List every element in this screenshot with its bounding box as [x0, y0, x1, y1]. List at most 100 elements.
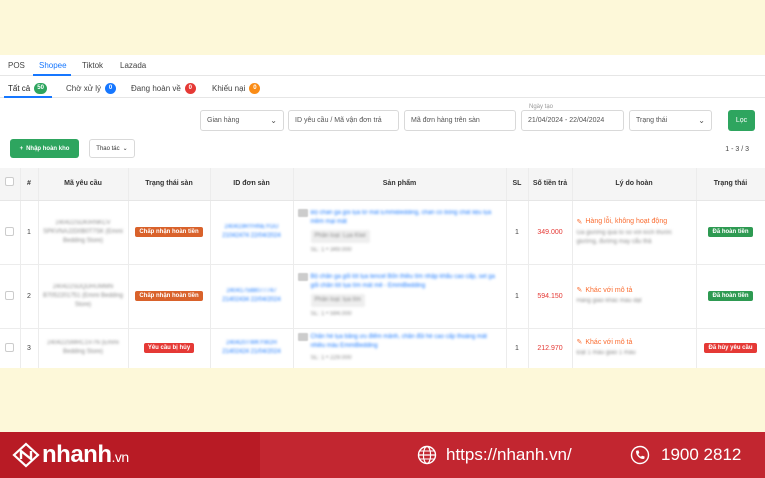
- shop-select-value: Gian hàng: [207, 117, 240, 124]
- product-meta: SL: 1 • 349.000: [310, 247, 352, 253]
- reason-title: Khác với mô tả: [585, 338, 633, 346]
- status-select[interactable]: Trạng thái ⌄: [629, 110, 712, 131]
- order-id-link[interactable]: 240417588077747 21402434 22/04/2024: [215, 287, 289, 305]
- plus-icon: +: [19, 145, 24, 152]
- reason-description: Hàng giao khác màu đặt: [576, 298, 642, 304]
- nhanh-logo-icon: [12, 442, 40, 468]
- product-variant: Phân loại: lụa tím: [310, 294, 365, 307]
- reason-title: Hàng lỗi, không hoạt động: [585, 218, 668, 225]
- request-code-cell: 240422SDKIRNKCV SPKVNAJ2D0B0T7SK (Emmi B…: [38, 200, 129, 265]
- tab-pending[interactable]: Chờ xử lý 0: [66, 83, 117, 94]
- col-amount: Số tiền trả: [528, 168, 573, 201]
- select-all-checkbox[interactable]: [5, 177, 15, 187]
- tab-returning-label: Đang hoàn về: [131, 84, 181, 93]
- col-platform-status: Trạng thái sàn: [128, 168, 211, 201]
- row-checkbox[interactable]: [5, 290, 15, 300]
- platform-tabs: POS Shopee Tiktok Lazada: [0, 55, 765, 76]
- request-code: 240422SMRC1V7N (Emmi Bedding Store): [47, 340, 119, 355]
- tab-all-label: Tất cả: [8, 84, 31, 93]
- row-select-cell: [0, 328, 21, 368]
- product-name-link[interactable]: Bộ chăn ga gối lót lụa tencel Bốn thiều …: [311, 273, 502, 291]
- date-label: Ngày tạo: [527, 104, 556, 110]
- product-thumbnail: [297, 273, 308, 281]
- col-status: Trạng thái: [696, 168, 765, 201]
- row-number: 2: [20, 264, 39, 329]
- brand-suffix: .vn: [111, 449, 130, 465]
- status-cell: Đã hủy yêu cầu: [696, 328, 765, 368]
- row-select-cell: [0, 200, 21, 265]
- table-row: 1 240422SDKIRNKCV SPKVNAJ2D0B0T7SK (Emmi…: [0, 200, 765, 265]
- returns-table: # Mã yêu cầu Trạng thái sàn ID đơn sàn S…: [0, 168, 765, 368]
- product-cell: Bộ chăn ga gối lót lụa tencel Bốn thiều …: [293, 264, 507, 329]
- col-request-code: Mã yêu cầu: [38, 168, 129, 201]
- import-return-button[interactable]: + Nhập hoàn kho: [10, 139, 79, 158]
- order-id-link[interactable]: 240419RYHNEYGU 21042474 22/04/2024: [215, 223, 289, 241]
- hotline-number[interactable]: 1900 2812: [661, 445, 741, 465]
- table-header: # Mã yêu cầu Trạng thái sàn ID đơn sàn S…: [0, 168, 765, 201]
- order-id-placeholder: Mã đơn hàng trên sàn: [411, 117, 480, 124]
- date-range-input[interactable]: 21/04/2024 - 22/04/2024: [521, 110, 624, 131]
- filter-button[interactable]: Lọc: [728, 110, 755, 131]
- quantity: 1: [506, 264, 529, 329]
- col-qty: SL: [506, 168, 529, 201]
- row-checkbox[interactable]: [5, 342, 15, 352]
- product-thumbnail: [297, 333, 308, 341]
- status-badge: Đã hủy yêu cầu: [704, 343, 757, 353]
- request-code-cell: 240422SMRC1V7N (Emmi Bedding Store): [38, 328, 129, 368]
- order-id-input[interactable]: Mã đơn hàng trên sàn: [404, 110, 516, 131]
- status-select-value: Trạng thái: [636, 117, 668, 124]
- phone-icon: [630, 445, 650, 465]
- reason-cell: ✎ Hàng lỗi, không hoạt động Ga giường quá…: [572, 200, 697, 265]
- tab-complaint-count: 0: [249, 83, 261, 94]
- status-badge: Đã hoàn tiền: [708, 227, 753, 237]
- tab-pending-count: 0: [105, 83, 117, 94]
- platform-status-tag: Chấp nhận hoàn tiền: [135, 227, 203, 237]
- actions-dropdown[interactable]: Thao tác ⌄: [89, 139, 135, 158]
- platform-status-cell: Chấp nhận hoàn tiền: [128, 264, 211, 329]
- row-number: 3: [20, 328, 39, 368]
- tab-shopee[interactable]: Shopee: [39, 61, 67, 70]
- platform-status-tag: Chấp nhận hoàn tiền: [135, 291, 203, 301]
- tab-complaint[interactable]: Khiếu nại 0: [212, 83, 261, 94]
- tab-pos[interactable]: POS: [8, 61, 25, 70]
- request-id-placeholder: ID yêu cầu / Mã vận đơn trả: [295, 117, 382, 124]
- row-checkbox[interactable]: [5, 226, 15, 236]
- product-name-link[interactable]: Bộ chăn ga gối lụa tơ mát EmmiBedding, c…: [311, 209, 502, 227]
- platform-status-cell: Chấp nhận hoàn tiền: [128, 200, 211, 265]
- brand-logo: nhanh.vn: [42, 441, 129, 469]
- pagination-info: 1 - 3 / 3: [725, 146, 749, 153]
- refund-amount: 212.970: [528, 328, 573, 368]
- order-id-cell: 240420TWKYW2H 21402424 21/04/2024: [210, 328, 294, 368]
- order-id-cell: 240419RYHNEYGU 21042474 22/04/2024: [210, 200, 294, 265]
- product-name-link[interactable]: Chăn hè lụa băng ưu điểm mảnh, chăn đũi …: [311, 333, 502, 351]
- table-row: 3 240422SMRC1V7N (Emmi Bedding Store) Yê…: [0, 328, 765, 368]
- tab-lazada[interactable]: Lazada: [120, 61, 146, 70]
- refund-amount: 594.150: [528, 264, 573, 329]
- edit-note-icon: ✎: [576, 339, 583, 346]
- tab-returning[interactable]: Đang hoàn về 0: [131, 83, 196, 94]
- edit-note-icon: ✎: [576, 218, 583, 226]
- request-code: 240422SDKIRNKCV SPKVNAJ2D0B0T7SK (Emmi B…: [43, 219, 123, 244]
- shop-select[interactable]: Gian hàng ⌄: [200, 110, 284, 131]
- table-row: 2 240422SDQDHUMMN B7052201751 (Emmi Bedd…: [0, 264, 765, 329]
- website-link[interactable]: https://nhanh.vn/: [446, 445, 572, 465]
- request-id-input[interactable]: ID yêu cầu / Mã vận đơn trả: [288, 110, 399, 131]
- tab-all[interactable]: Tất cả 50: [8, 83, 47, 94]
- tab-tiktok[interactable]: Tiktok: [82, 61, 103, 70]
- active-status-indicator: [4, 96, 52, 98]
- product-thumbnail: [297, 209, 308, 217]
- reason-description: Ga giường quá to so với kích thước giườn…: [576, 229, 673, 245]
- import-return-label: Nhập hoàn kho: [26, 145, 70, 152]
- platform-status-cell: Yêu cầu bị hủy: [128, 328, 211, 368]
- edit-note-icon: ✎: [576, 287, 583, 294]
- request-code: 240422SDQDHUMMN B7052201751 (Emmi Beddin…: [42, 283, 124, 308]
- tab-complaint-label: Khiếu nại: [212, 84, 246, 93]
- col-num: #: [20, 168, 39, 201]
- col-product: Sản phẩm: [293, 168, 507, 201]
- product-variant: Phân loại: Lụa Kiwi: [310, 230, 370, 243]
- order-id-link[interactable]: 240420TWKYW2H 21402424 21/04/2024: [215, 339, 289, 357]
- select-all-cell: [0, 168, 21, 201]
- tab-all-count: 50: [34, 83, 47, 94]
- request-code-cell: 240422SDQDHUMMN B7052201751 (Emmi Beddin…: [38, 264, 129, 329]
- chevron-down-icon: ⌄: [122, 146, 128, 152]
